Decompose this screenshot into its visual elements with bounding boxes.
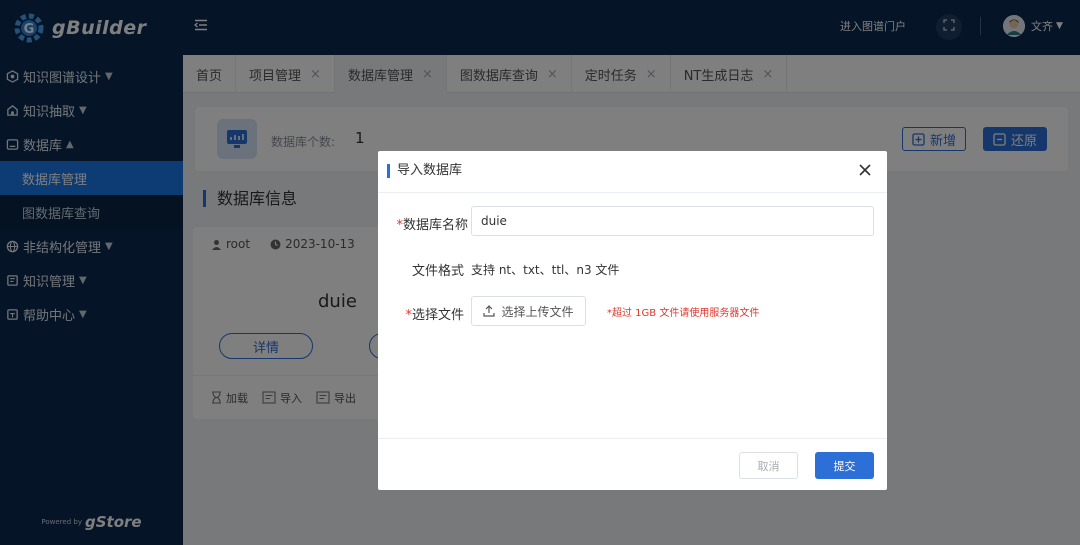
cancel-button[interactable]: 取消 bbox=[739, 452, 798, 479]
close-icon[interactable] bbox=[858, 163, 874, 179]
file-format-label: 文件格式 bbox=[411, 264, 464, 279]
dialog-header: 导入数据库 bbox=[378, 151, 887, 193]
file-format-text: 支持 nt、txt、ttl、n3 文件 bbox=[471, 263, 620, 277]
dialog-footer-divider bbox=[378, 438, 887, 439]
upload-hint: *超过 1GB 文件请使用服务器文件 bbox=[607, 308, 760, 319]
submit-button[interactable]: 提交 bbox=[815, 452, 874, 479]
select-file-label: *选择文件 bbox=[405, 308, 464, 323]
db-name-input[interactable] bbox=[471, 206, 874, 236]
import-database-dialog: 导入数据库 *数据库名称 文件格式 支持 nt、txt、ttl、n3 文件 *选… bbox=[378, 151, 887, 490]
db-name-label: *数据库名称 bbox=[396, 218, 468, 233]
upload-icon bbox=[483, 305, 496, 317]
upload-button-label: 选择上传文件 bbox=[501, 304, 574, 319]
dialog-title: 导入数据库 bbox=[387, 164, 462, 178]
upload-file-button[interactable]: 选择上传文件 bbox=[471, 296, 586, 326]
